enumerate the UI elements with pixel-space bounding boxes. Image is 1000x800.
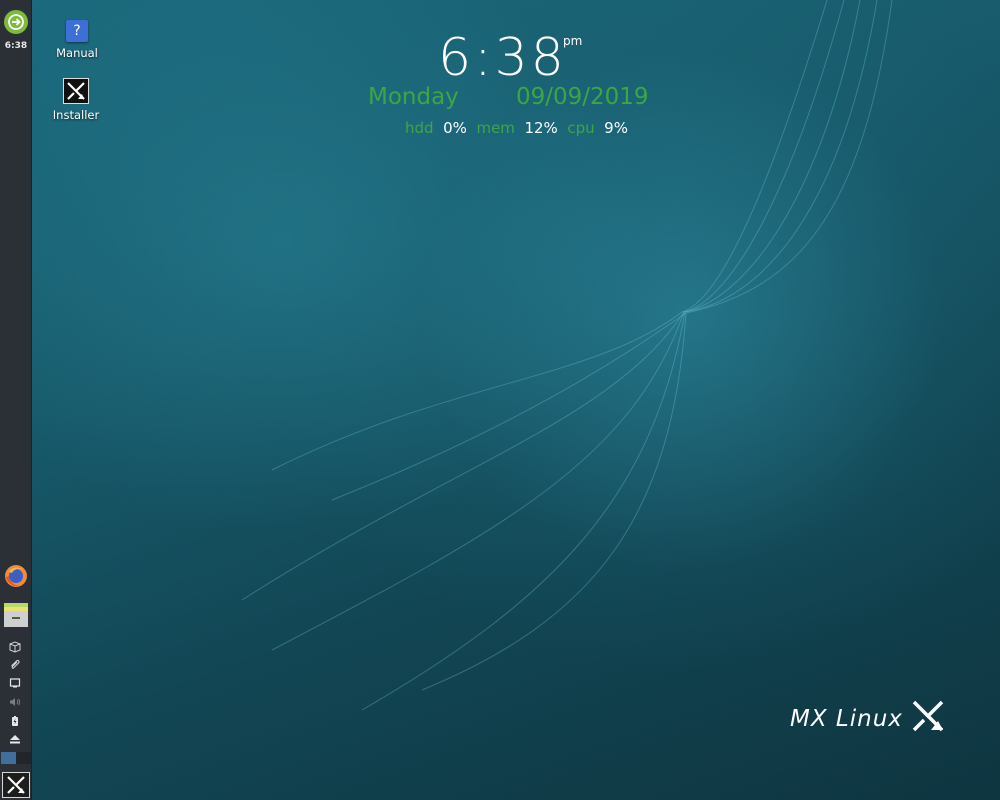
eject-icon[interactable] bbox=[8, 732, 22, 746]
panel-clock[interactable]: 6:38 bbox=[0, 41, 32, 51]
workspace-2[interactable] bbox=[16, 752, 31, 764]
brand-text: MX Linux bbox=[790, 706, 903, 732]
stat-cpu-key: cpu bbox=[567, 119, 595, 137]
display-icon[interactable] bbox=[8, 676, 22, 690]
stat-cpu-value: 9% bbox=[604, 119, 628, 137]
desktop-icon-installer[interactable]: Installer bbox=[36, 78, 116, 122]
conky-stats: hdd 0% mem 12% cpu 9% bbox=[405, 119, 628, 137]
mx-logo-icon bbox=[7, 776, 25, 794]
conky-time: 6:38 bbox=[438, 28, 567, 88]
file-manager-icon bbox=[4, 603, 28, 627]
desktop-icon-manual[interactable]: ? Manual bbox=[37, 20, 117, 60]
mx-logo-icon bbox=[912, 700, 944, 732]
stat-hdd-value: 0% bbox=[443, 119, 467, 137]
volume-icon[interactable] bbox=[8, 695, 22, 709]
conky-day: Monday bbox=[368, 84, 459, 110]
mx-linux-brand: MX Linux bbox=[790, 700, 945, 732]
app-menu-button[interactable] bbox=[4, 10, 28, 34]
desktop-icon-label: Installer bbox=[52, 108, 100, 122]
workspace-1[interactable] bbox=[1, 752, 16, 764]
stat-mem-key: mem bbox=[476, 119, 515, 137]
conky-date: 09/09/2019 bbox=[516, 84, 649, 110]
desktop-icon-label: Manual bbox=[56, 46, 98, 60]
package-icon[interactable] bbox=[8, 640, 22, 654]
firefox-launcher[interactable] bbox=[3, 563, 29, 589]
stat-hdd-key: hdd bbox=[405, 119, 434, 137]
mx-logo-button[interactable] bbox=[2, 772, 30, 798]
circle-arrow-icon bbox=[8, 14, 24, 30]
stat-mem-value: 12% bbox=[524, 119, 558, 137]
conky-ampm: pm bbox=[563, 34, 583, 48]
mx-installer-icon bbox=[63, 78, 89, 104]
paperclip-icon[interactable] bbox=[8, 658, 22, 672]
help-book-icon: ? bbox=[66, 20, 88, 42]
workspace-switcher bbox=[1, 752, 31, 764]
battery-icon[interactable] bbox=[8, 714, 22, 728]
file-manager-launcher[interactable] bbox=[3, 602, 29, 628]
firefox-icon bbox=[5, 565, 27, 587]
left-panel: 6:38 bbox=[0, 0, 32, 800]
